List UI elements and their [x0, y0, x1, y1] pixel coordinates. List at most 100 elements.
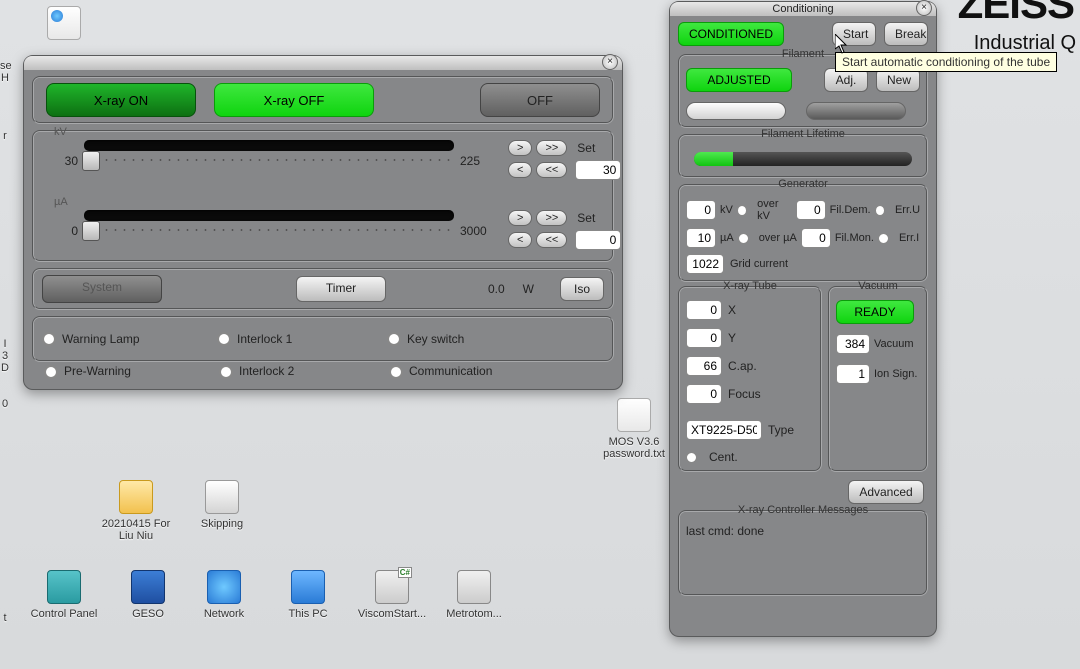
prewarning-radio[interactable] [44, 365, 58, 379]
ua-inc[interactable]: > [508, 210, 532, 226]
group-title: Generator [680, 178, 926, 190]
edge-text: 0 [0, 398, 10, 410]
label: Err.U [895, 204, 920, 216]
vacuum-input[interactable] [836, 334, 870, 354]
app-icon [375, 570, 409, 604]
monitor-icon [291, 570, 325, 604]
ion-input[interactable] [836, 364, 870, 384]
kv-dec-fast[interactable]: << [536, 162, 567, 178]
y-input[interactable] [686, 328, 722, 348]
ua-dec[interactable]: < [508, 232, 532, 248]
label: X [728, 303, 736, 317]
cap-input[interactable] [686, 356, 722, 376]
glossy-indicator-2 [806, 102, 906, 120]
xray-panel: × X-ray ON X-ray OFF OFF kV 30 225 > >> … [23, 55, 623, 390]
timer-button[interactable]: Timer [296, 276, 386, 302]
desktop-doc-icon[interactable] [28, 6, 100, 44]
folder-label: Skipping [201, 518, 243, 530]
desktop-folder-2[interactable]: Skipping [186, 480, 258, 530]
communication-radio[interactable] [389, 365, 403, 379]
edge-text: se H [0, 60, 10, 84]
close-icon[interactable]: × [602, 54, 618, 70]
icon-label: Metrotom... [446, 608, 502, 620]
ua-ticks [84, 226, 454, 234]
over-ua-input[interactable] [801, 228, 831, 248]
kv-thumb[interactable] [82, 151, 100, 171]
glossy-indicator-1 [686, 102, 786, 120]
focus-input[interactable] [686, 384, 722, 404]
document-icon [47, 6, 81, 40]
desktop-geso[interactable]: GESO [112, 570, 184, 620]
gen-ua-input[interactable] [686, 228, 716, 248]
kv-ticks [84, 156, 454, 164]
ua-label: µA [54, 196, 68, 208]
ua-input[interactable] [575, 230, 621, 250]
over-kv-input[interactable] [796, 200, 826, 220]
xray-power-group: X-ray ON X-ray OFF OFF [32, 76, 614, 124]
messages-group: X-ray Controller Messages last cmd: done [678, 510, 928, 596]
desktop-folder-1[interactable]: 20210415 For Liu Niu [100, 480, 172, 542]
edge-text: I 3 D [0, 338, 10, 374]
ua-thumb[interactable] [82, 221, 100, 241]
icon-label: This PC [288, 608, 327, 620]
set-label: Set [577, 211, 595, 225]
xray-on-button[interactable]: X-ray ON [46, 83, 196, 117]
panel-header: × [24, 56, 622, 70]
mouse-cursor-icon [835, 34, 849, 54]
kv-row: kV 30 225 > >> Set < << [42, 138, 604, 182]
ua-min: 0 [42, 224, 78, 238]
label: Y [728, 331, 736, 345]
kv-inc[interactable]: > [508, 140, 532, 156]
type-input[interactable] [686, 420, 762, 440]
panel-header: Conditioning × [670, 2, 936, 16]
grid-input[interactable] [686, 254, 724, 274]
iso-button[interactable]: Iso [560, 277, 604, 301]
desktop-metrotom[interactable]: Metrotom... [438, 570, 510, 620]
gen-kv-input[interactable] [686, 200, 716, 220]
kv-dec[interactable]: < [508, 162, 532, 178]
kv-input[interactable] [575, 160, 621, 180]
break-button[interactable]: Break [884, 22, 928, 46]
over-kv-radio[interactable] [737, 205, 747, 216]
xray-off-big-button[interactable]: X-ray OFF [214, 83, 374, 117]
folder-icon [119, 480, 153, 514]
label: C.ap. [728, 359, 757, 373]
ua-max: 3000 [460, 224, 487, 238]
system-button[interactable]: System [42, 275, 162, 303]
icon-label: Control Panel [31, 608, 98, 620]
status-group-2: Pre-Warning Interlock 2 Communication [44, 364, 559, 379]
off-button[interactable]: OFF [480, 83, 600, 117]
label: over µA [759, 232, 797, 244]
desktop-control-panel[interactable]: Control Panel [28, 570, 100, 620]
advanced-button[interactable]: Advanced [848, 480, 924, 504]
status-group: Warning Lamp Interlock 1 Key switch [32, 316, 614, 362]
x-input[interactable] [686, 300, 722, 320]
kv-inc-fast[interactable]: >> [536, 140, 567, 156]
ua-dec-fast[interactable]: << [536, 232, 567, 248]
keyswitch-radio[interactable] [387, 332, 401, 346]
desktop-viscom[interactable]: ViscomStart... [356, 570, 428, 620]
label: Fil.Mon. [835, 232, 874, 244]
kv-track[interactable] [84, 140, 454, 151]
desktop-file-mos[interactable]: MOS V3.6 password.txt [598, 398, 670, 460]
label: µA [720, 232, 734, 244]
text-file-icon [617, 398, 651, 432]
close-icon[interactable]: × [916, 0, 932, 16]
interlock2-radio[interactable] [219, 365, 233, 379]
status-label: Pre-Warning [64, 364, 131, 378]
label: Err.I [899, 232, 919, 244]
erri-radio[interactable] [878, 233, 889, 244]
cent-radio[interactable] [686, 452, 697, 463]
icon-label: Network [204, 608, 244, 620]
file-label: MOS V3.6 password.txt [603, 436, 665, 460]
desktop-network[interactable]: Network [188, 570, 260, 620]
brand-logo: ZEISS [958, 0, 1074, 28]
group-title: X-ray Controller Messages [680, 504, 926, 516]
ua-track[interactable] [84, 210, 454, 221]
ua-inc-fast[interactable]: >> [536, 210, 567, 226]
interlock1-radio[interactable] [217, 332, 231, 346]
over-ua-radio[interactable] [738, 233, 749, 244]
warning-lamp-radio[interactable] [42, 332, 56, 346]
erru-radio[interactable] [875, 205, 885, 216]
desktop-this-pc[interactable]: This PC [272, 570, 344, 620]
